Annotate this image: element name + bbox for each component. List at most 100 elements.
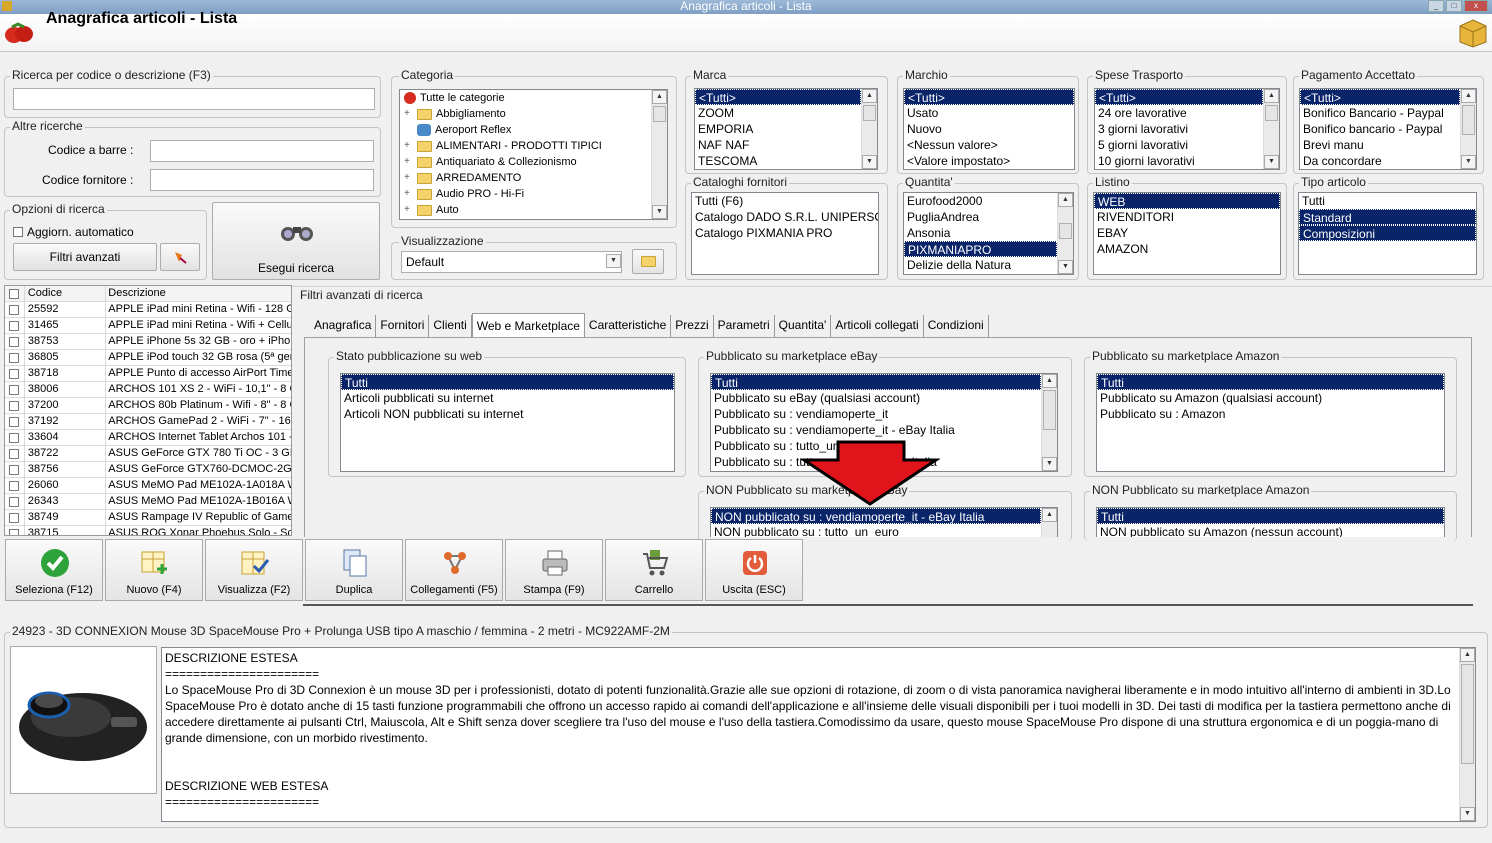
payment-list[interactable]: <Tutti> Bonifico Bancario - Paypal Bonif… <box>1299 88 1477 170</box>
pin-button[interactable] <box>160 243 200 271</box>
list-item[interactable]: WEB <box>1094 193 1280 209</box>
list-item[interactable]: Pubblicato su : Amazon <box>1097 406 1444 422</box>
items-grid[interactable]: Codice Descrizione 25592 APPLE iPad mini … <box>4 285 292 536</box>
run-search-button[interactable]: Esegui ricerca <box>212 202 380 280</box>
list-item[interactable]: 3 giorni lavorativi <box>1095 121 1279 137</box>
row-checkbox[interactable] <box>9 320 20 331</box>
description-scrollbar[interactable]: ▲ ▼ <box>1459 648 1475 821</box>
exit-button[interactable]: Uscita (ESC) <box>705 539 803 601</box>
list-item[interactable]: Pubblicato su : vendiamoperte_it - eBay … <box>711 422 1057 438</box>
list-item[interactable]: Tutti <box>711 374 1041 390</box>
links-button[interactable]: Collegamenti (F5) <box>405 539 503 601</box>
barcode-input[interactable] <box>150 140 374 162</box>
brand-scrollbar[interactable]: ▲ ▼ <box>861 89 877 169</box>
list-item[interactable]: <Tutti> <box>1095 89 1263 105</box>
list-item[interactable]: NON pubblicato su : vendiamoperte_it - e… <box>711 508 1041 524</box>
row-checkbox[interactable] <box>9 432 20 443</box>
ebay-nonpub-list[interactable]: NON pubblicato su : vendiamoperte_it - e… <box>710 507 1058 537</box>
tab-parametri[interactable]: Parametri <box>714 315 775 337</box>
list-item[interactable]: PugliaAndrea <box>904 209 1073 225</box>
table-row[interactable]: 38006 ARCHOS 101 XS 2 - WiFi - 10,1" - 8 … <box>5 382 291 398</box>
tree-item[interactable]: + Audio PRO - Hi-Fi <box>400 186 667 202</box>
table-row[interactable]: 38756ASUS GeForce GTX760-DCMOC-2GD5... <box>5 462 291 478</box>
list-item[interactable]: PIXMANIAPRO <box>904 241 1057 257</box>
tab-fornitori[interactable]: Fornitori <box>376 315 430 337</box>
row-checkbox[interactable] <box>9 336 20 347</box>
shipping-list[interactable]: <Tutti> 24 ore lavorative 3 giorni lavor… <box>1094 88 1280 170</box>
item-type-list[interactable]: Tutti Standard Composizioni <box>1298 192 1477 275</box>
amazon-pub-list[interactable]: Tutti Pubblicato su Amazon (qualsiasi ac… <box>1096 373 1445 472</box>
table-row[interactable]: 38718 APPLE Punto di accesso AirPort Time… <box>5 366 291 382</box>
list-item[interactable]: Brevi manu <box>1300 137 1476 153</box>
row-checkbox[interactable] <box>9 448 20 459</box>
view-button[interactable]: Visualizza (F2) <box>205 539 303 601</box>
list-item[interactable]: Ansonia <box>904 225 1073 241</box>
list-item[interactable]: Eurofood2000 <box>904 193 1073 209</box>
list-item[interactable]: Bonifico Bancario - Paypal <box>1300 105 1476 121</box>
list-item[interactable]: Da concordare <box>1300 153 1476 169</box>
extended-description[interactable]: DESCRIZIONE ESTESA =====================… <box>161 647 1476 822</box>
row-checkbox[interactable] <box>9 416 20 427</box>
list-item[interactable]: NON pubblicato su : tutto_un_euro <box>711 524 1057 537</box>
ebay-pub-scrollbar[interactable]: ▲ ▼ <box>1041 374 1057 471</box>
list-item[interactable]: Tutti <box>1097 374 1444 390</box>
tree-item[interactable]: + Auto <box>400 202 667 218</box>
category-tree[interactable]: Tutte le categorie + Abbigliamento Aeropo… <box>399 89 668 220</box>
list-item[interactable]: Pubblicato su eBay (qualsiasi account) <box>711 390 1057 406</box>
list-item[interactable]: Catalogo DADO S.R.L. UNIPERSO <box>692 209 878 225</box>
pricelist-list[interactable]: WEB RIVENDITORI EBAY AMAZON <box>1093 192 1281 275</box>
row-checkbox[interactable] <box>9 480 20 491</box>
table-row[interactable]: 37192ARCHOS GamePad 2 - WiFi - 7" - 16 G… <box>5 414 291 430</box>
tree-item[interactable]: Tutte le categorie <box>400 90 667 106</box>
tab-web-marketplace[interactable]: Web e Marketplace <box>471 313 585 337</box>
list-item[interactable]: RIVENDITORI <box>1094 209 1280 225</box>
row-checkbox[interactable] <box>9 368 20 379</box>
list-item[interactable]: Pubblicato su : vendiamoperte_it <box>711 406 1057 422</box>
table-row[interactable]: 37200 ARCHOS 80b Platinum - Wifi - 8" - 8… <box>5 398 291 414</box>
cart-button[interactable]: Carrello <box>605 539 703 601</box>
list-item[interactable]: <Valore impostato> <box>904 153 1074 169</box>
quantity-scrollbar[interactable]: ▲ ▼ <box>1057 193 1073 274</box>
row-checkbox[interactable] <box>9 496 20 507</box>
list-item[interactable]: 5 giorni lavorativi <box>1095 137 1279 153</box>
close-button[interactable]: x <box>1464 0 1488 12</box>
list-item[interactable]: Tutti <box>341 374 674 390</box>
category-scrollbar[interactable]: ▲ ▼ <box>651 90 667 219</box>
supplier-code-input[interactable] <box>150 169 374 191</box>
tab-clienti[interactable]: Clienti <box>429 315 472 337</box>
row-checkbox[interactable] <box>9 512 20 523</box>
maximize-button[interactable]: □ <box>1446 0 1462 12</box>
table-row[interactable]: 38715ASUS ROG Xonar Phoebus Solo - Sche.… <box>5 526 291 535</box>
row-checkbox[interactable] <box>9 304 20 315</box>
list-item[interactable]: Tutti <box>1299 193 1476 209</box>
new-button[interactable]: Nuovo (F4) <box>105 539 203 601</box>
table-row[interactable]: 38722 ASUS GeForce GTX 780 Ti OC - 3 GB .… <box>5 446 291 462</box>
catalogs-list[interactable]: Tutti (F6) Catalogo DADO S.R.L. UNIPERSO… <box>691 192 879 275</box>
row-checkbox[interactable] <box>9 384 20 395</box>
minimize-button[interactable]: _ <box>1428 0 1444 12</box>
list-item[interactable]: NAF NAF <box>695 137 877 153</box>
table-row[interactable]: 33604 ARCHOS Internet Tablet Archos 101 -… <box>5 430 291 446</box>
duplicate-button[interactable]: Duplica <box>305 539 403 601</box>
tree-item[interactable]: + Antiquariato & Collezionismo <box>400 154 667 170</box>
list-item[interactable]: NON pubblicato su Amazon (nessun account… <box>1097 524 1444 537</box>
list-item[interactable]: 10 giorni lavorativi <box>1095 153 1279 169</box>
list-item[interactable]: Usato <box>904 105 1074 121</box>
open-folder-button[interactable] <box>632 249 664 274</box>
print-button[interactable]: Stampa (F9) <box>505 539 603 601</box>
tab-anagrafica[interactable]: Anagrafica <box>310 315 377 337</box>
amazon-nonpub-list[interactable]: Tutti NON pubblicato su Amazon (nessun a… <box>1096 507 1445 537</box>
row-checkbox[interactable] <box>9 352 20 363</box>
list-item[interactable]: Catalogo PIXMANIA PRO <box>692 225 878 241</box>
list-item[interactable]: Tutti <box>1097 508 1444 524</box>
table-row[interactable]: 26060 ASUS MeMO Pad ME102A-1A018A Wi... <box>5 478 291 494</box>
select-all-checkbox[interactable] <box>9 288 20 299</box>
brand-list[interactable]: <Tutti> ZOOM EMPORIA NAF NAF TESCOMA ▲ ▼ <box>694 88 878 170</box>
list-item[interactable]: <Nessun valore> <box>904 137 1074 153</box>
payment-scrollbar[interactable]: ▲ ▼ <box>1460 89 1476 169</box>
table-row[interactable]: 26343 ASUS MeMO Pad ME102A-1B016A Wi... <box>5 494 291 510</box>
list-item[interactable]: Standard <box>1299 209 1476 225</box>
ebay-nonpub-scrollbar[interactable]: ▲ <box>1041 508 1057 537</box>
table-row[interactable]: 31465 APPLE iPad mini Retina - Wifi + Cel… <box>5 318 291 334</box>
list-item[interactable]: EMPORIA <box>695 121 877 137</box>
